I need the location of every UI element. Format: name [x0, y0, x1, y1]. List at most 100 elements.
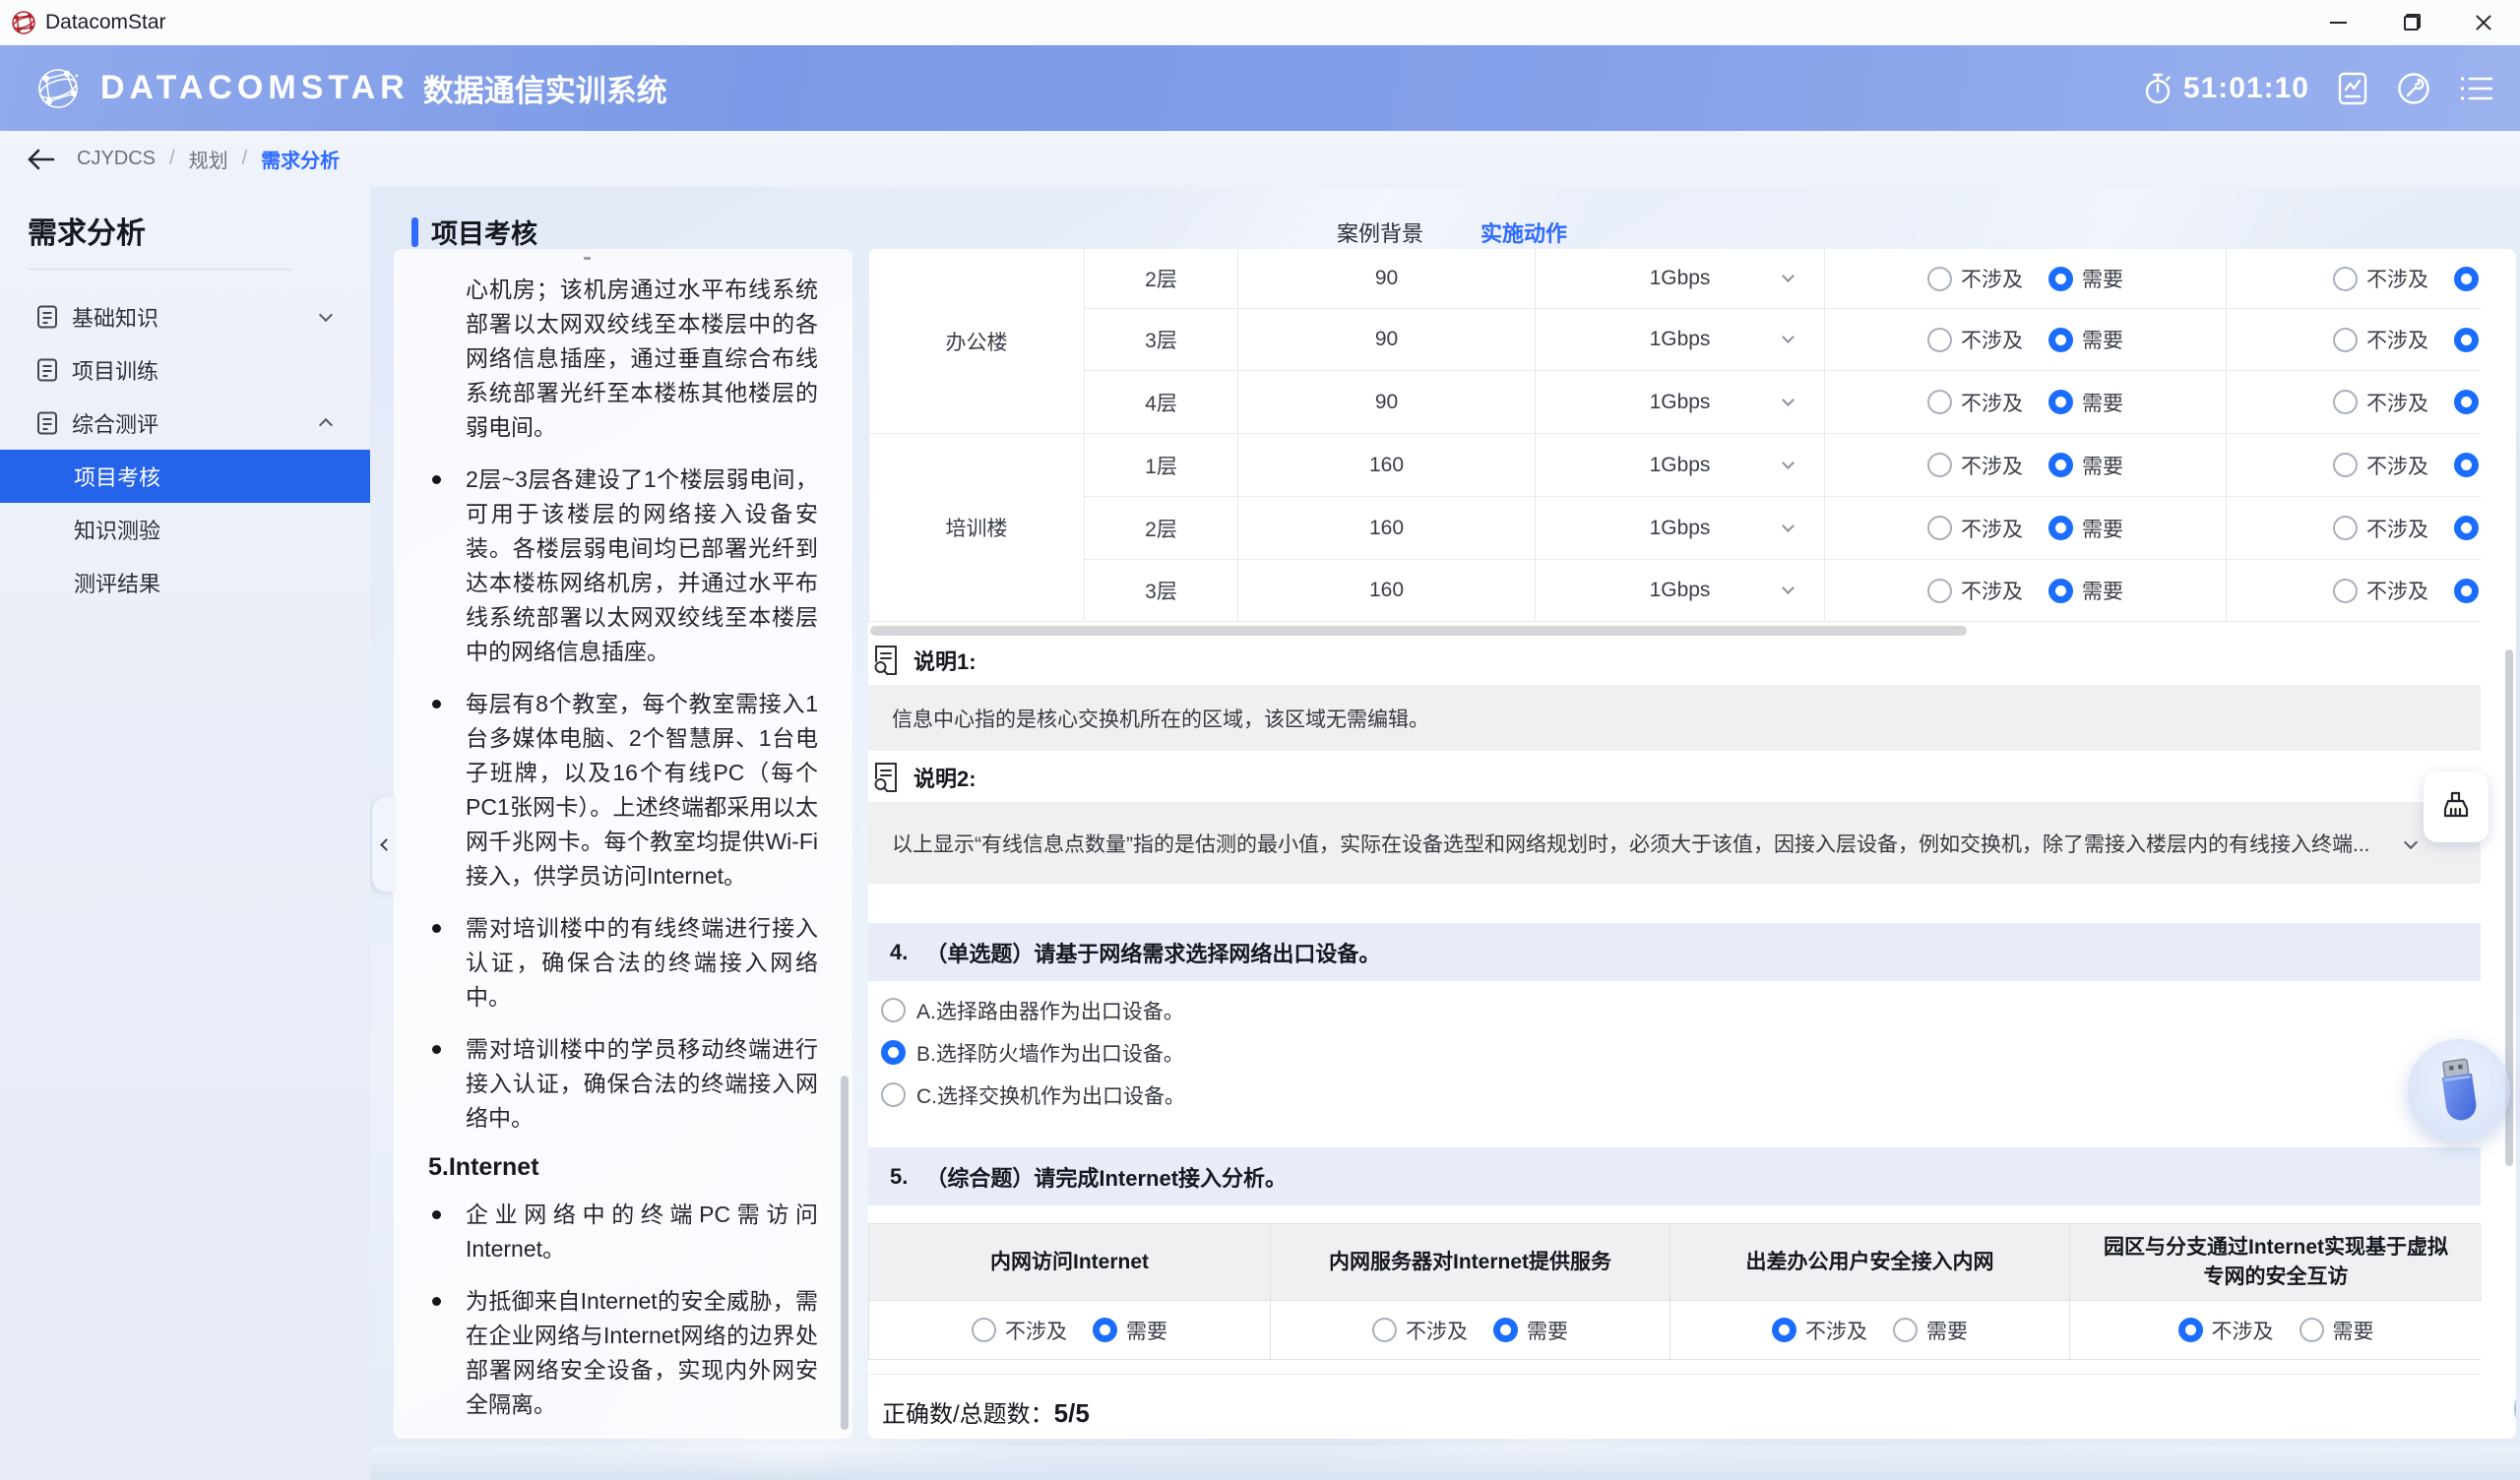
- case-description-panel[interactable]: 心机房；该机房通过水平布线系统部署以太网双绞线至本楼层中的各网络信息插座，通过垂…: [394, 249, 852, 1439]
- radio-option[interactable]: 不涉及: [1927, 388, 2023, 417]
- sidebar-item-1[interactable]: 知识测验: [0, 503, 370, 556]
- radio-unselected[interactable]: [1927, 453, 1952, 477]
- radio-selected[interactable]: [2048, 328, 2073, 352]
- sidebar-group-2[interactable]: 综合测评: [0, 397, 370, 450]
- restore-button[interactable]: [2374, 0, 2447, 45]
- radio-option[interactable]: 不涉及: [1927, 451, 2023, 480]
- radio-unselected[interactable]: [1372, 1318, 1397, 1342]
- collapse-panel-button[interactable]: [372, 797, 396, 892]
- radio-selected[interactable]: [1772, 1318, 1796, 1342]
- expand-note-chevron[interactable]: [2404, 835, 2418, 849]
- radio-option[interactable]: 需要: [2048, 576, 2123, 605]
- speed-value: 1Gbps: [1650, 454, 1711, 477]
- radio-selected-clipped[interactable]: [2454, 267, 2479, 291]
- radio-selected[interactable]: [2048, 453, 2073, 477]
- radio-option[interactable]: 不涉及: [2333, 514, 2428, 543]
- radio-selected[interactable]: [2048, 267, 2073, 291]
- radio-option[interactable]: 需要: [2300, 1316, 2374, 1345]
- question4-number: 4.: [890, 940, 908, 965]
- close-button[interactable]: [2447, 0, 2520, 45]
- radio-option[interactable]: 不涉及: [1927, 264, 2023, 293]
- question4-option-2[interactable]: C.选择交换机作为出口设备。: [868, 1074, 2481, 1116]
- report-button[interactable]: [2337, 71, 2368, 106]
- score-value: 5/5: [1054, 1398, 1090, 1428]
- menu-button[interactable]: [2459, 75, 2494, 102]
- radio-option[interactable]: 需要: [2048, 264, 2123, 293]
- radio-unselected[interactable]: [1893, 1318, 1918, 1342]
- hscroll-thumb[interactable]: [870, 626, 1967, 636]
- question4-option-1[interactable]: B.选择防火墙作为出口设备。: [868, 1031, 2481, 1074]
- sidebar-group-1[interactable]: 项目训练: [0, 343, 370, 397]
- speed-select[interactable]: 1Gbps: [1536, 497, 1825, 560]
- table-horizontal-scrollbar[interactable]: [868, 622, 2481, 640]
- radio-option[interactable]: 不涉及: [2333, 325, 2428, 354]
- radio-option[interactable]: 不涉及: [2333, 388, 2428, 417]
- radio-option[interactable]: 需要: [2048, 388, 2123, 417]
- speed-select[interactable]: 1Gbps: [1536, 309, 1825, 371]
- radio-option[interactable]: 不涉及: [1927, 576, 2023, 605]
- radio-unselected[interactable]: [1927, 516, 1952, 540]
- breadcrumb-item-0[interactable]: CJYDCS: [77, 148, 156, 170]
- radio-selected[interactable]: [2178, 1318, 2203, 1342]
- back-button[interactable]: [28, 149, 55, 170]
- radio-selected[interactable]: [1493, 1318, 1518, 1342]
- radio-option[interactable]: 需要: [1093, 1316, 1167, 1345]
- radio-unselected[interactable]: [2333, 579, 2358, 603]
- radio-selected-clipped[interactable]: [2454, 579, 2479, 603]
- radio-unselected[interactable]: [881, 1082, 906, 1107]
- radio-unselected[interactable]: [1927, 390, 1952, 414]
- radio-unselected[interactable]: [2333, 267, 2358, 291]
- sidebar-group-0[interactable]: 基础知识: [0, 290, 370, 343]
- radio-option[interactable]: 不涉及: [2333, 451, 2428, 480]
- radio-option[interactable]: 不涉及: [1772, 1316, 1867, 1345]
- radio-unselected[interactable]: [2333, 516, 2358, 540]
- radio-option[interactable]: 需要: [2048, 325, 2123, 354]
- tools-button[interactable]: [2396, 71, 2431, 106]
- q5-header-3: 园区与分支通过Internet实现基于虚拟专网的安全互访: [2070, 1224, 2482, 1301]
- radio-option[interactable]: 不涉及: [1927, 325, 2023, 354]
- radio-selected-clipped[interactable]: [2454, 453, 2479, 477]
- radio-selected-clipped[interactable]: [2454, 328, 2479, 352]
- radio-unselected[interactable]: [2333, 328, 2358, 352]
- speed-select[interactable]: 1Gbps: [1536, 249, 1825, 309]
- radio-unselected[interactable]: [1927, 579, 1952, 603]
- sidebar-item-0[interactable]: 项目考核: [0, 450, 370, 503]
- radio-selected[interactable]: [2048, 579, 2073, 603]
- radio-selected-clipped[interactable]: [2454, 390, 2479, 414]
- submit-button[interactable]: 提交: [2514, 1383, 2516, 1435]
- speed-select[interactable]: 1Gbps: [1536, 371, 1825, 434]
- radio-option[interactable]: 不涉及: [2333, 264, 2428, 293]
- radio-selected[interactable]: [2048, 390, 2073, 414]
- radio-option[interactable]: 不涉及: [972, 1316, 1067, 1345]
- clear-tool-button[interactable]: [2424, 771, 2488, 842]
- breadcrumb-item-2[interactable]: 需求分析: [261, 145, 340, 173]
- radio-option[interactable]: 需要: [2048, 514, 2123, 543]
- radio-selected-clipped[interactable]: [2454, 516, 2479, 540]
- sidebar-item-2[interactable]: 测评结果: [0, 556, 370, 609]
- speed-select[interactable]: 1Gbps: [1536, 560, 1825, 622]
- breadcrumb-item-1[interactable]: 规划: [189, 145, 228, 173]
- radio-option[interactable]: 不涉及: [1927, 514, 2023, 543]
- radio-option[interactable]: 需要: [2048, 451, 2123, 480]
- radio-unselected[interactable]: [1927, 267, 1952, 291]
- radio-selected[interactable]: [1093, 1318, 1117, 1342]
- radio-option[interactable]: 需要: [1493, 1316, 1568, 1345]
- radio-option[interactable]: 不涉及: [2333, 576, 2428, 605]
- speed-select[interactable]: 1Gbps: [1536, 434, 1825, 497]
- radio-option[interactable]: 不涉及: [1372, 1316, 1468, 1345]
- minimize-button[interactable]: [2301, 0, 2374, 45]
- radio-unselected[interactable]: [881, 998, 906, 1022]
- radio-option[interactable]: 不涉及: [2178, 1316, 2274, 1345]
- question4-option-0[interactable]: A.选择路由器作为出口设备。: [868, 989, 2481, 1031]
- radio-unselected[interactable]: [2333, 453, 2358, 477]
- case-panel-scrollbar[interactable]: [841, 1076, 849, 1430]
- radio-unselected[interactable]: [972, 1318, 996, 1342]
- usb-device-button[interactable]: [2408, 1039, 2510, 1141]
- radio-selected[interactable]: [2048, 516, 2073, 540]
- brand-wordmark: DATACOMSTAR: [100, 69, 410, 107]
- radio-unselected[interactable]: [1927, 328, 1952, 352]
- radio-option[interactable]: 需要: [1893, 1316, 1968, 1345]
- radio-selected[interactable]: [881, 1040, 906, 1065]
- radio-unselected[interactable]: [2300, 1318, 2324, 1342]
- radio-unselected[interactable]: [2333, 390, 2358, 414]
